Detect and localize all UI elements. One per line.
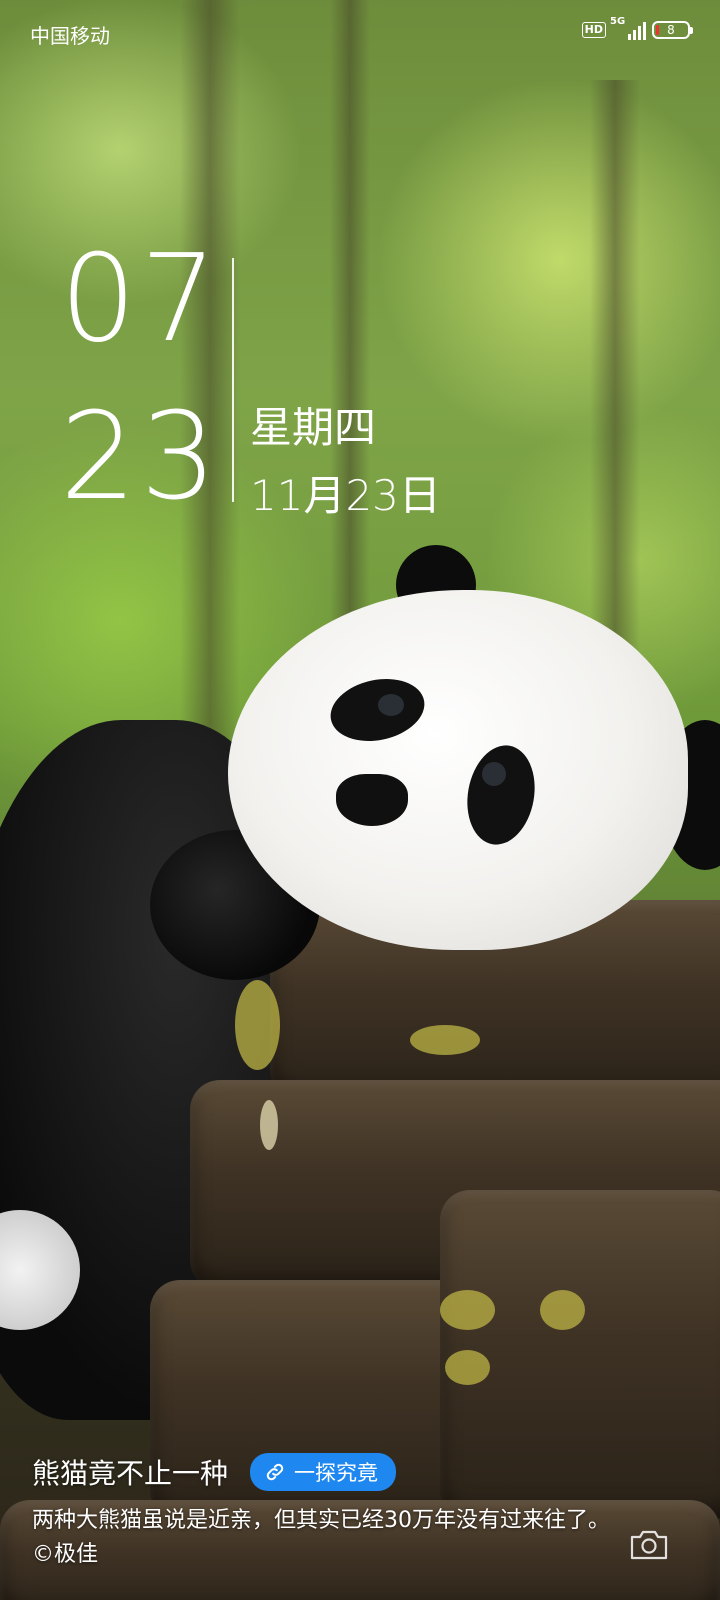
link-icon: [266, 1463, 284, 1481]
clock-hour: 07: [60, 230, 221, 369]
status-bar: 中国移动 HD 5G 8: [0, 0, 720, 64]
explore-button-label: 一探究竟: [294, 1461, 379, 1485]
system-icons: HD 5G 8: [581, 16, 693, 40]
date-label: 11月23日: [250, 471, 441, 520]
network-type: 5G: [610, 16, 626, 27]
panda-head: [228, 590, 688, 950]
explore-button[interactable]: 一探究竟: [250, 1453, 397, 1491]
battery-level: 8: [667, 23, 675, 37]
clock-divider: [232, 258, 234, 502]
wallpaper-title[interactable]: 熊猫竟不止一种: [32, 1452, 228, 1492]
signal-icon: 5G: [610, 16, 646, 40]
camera-icon[interactable]: [628, 1528, 670, 1562]
wallpaper-caption: 熊猫竟不止一种 一探究竟 两种大熊猫虽说是近亲，但其实已经30万年没有过来往了。…: [32, 1452, 622, 1572]
wallpaper-description: 两种大熊猫虽说是近亲，但其实已经30万年没有过来往了。©极佳: [32, 1508, 610, 1567]
weekday-label: 星期四: [250, 403, 377, 452]
battery-icon: 8: [652, 21, 693, 39]
clock-minute: 23: [60, 388, 221, 527]
carrier-name: 中国移动: [30, 24, 110, 48]
hd-volte-icon: HD: [581, 22, 606, 38]
